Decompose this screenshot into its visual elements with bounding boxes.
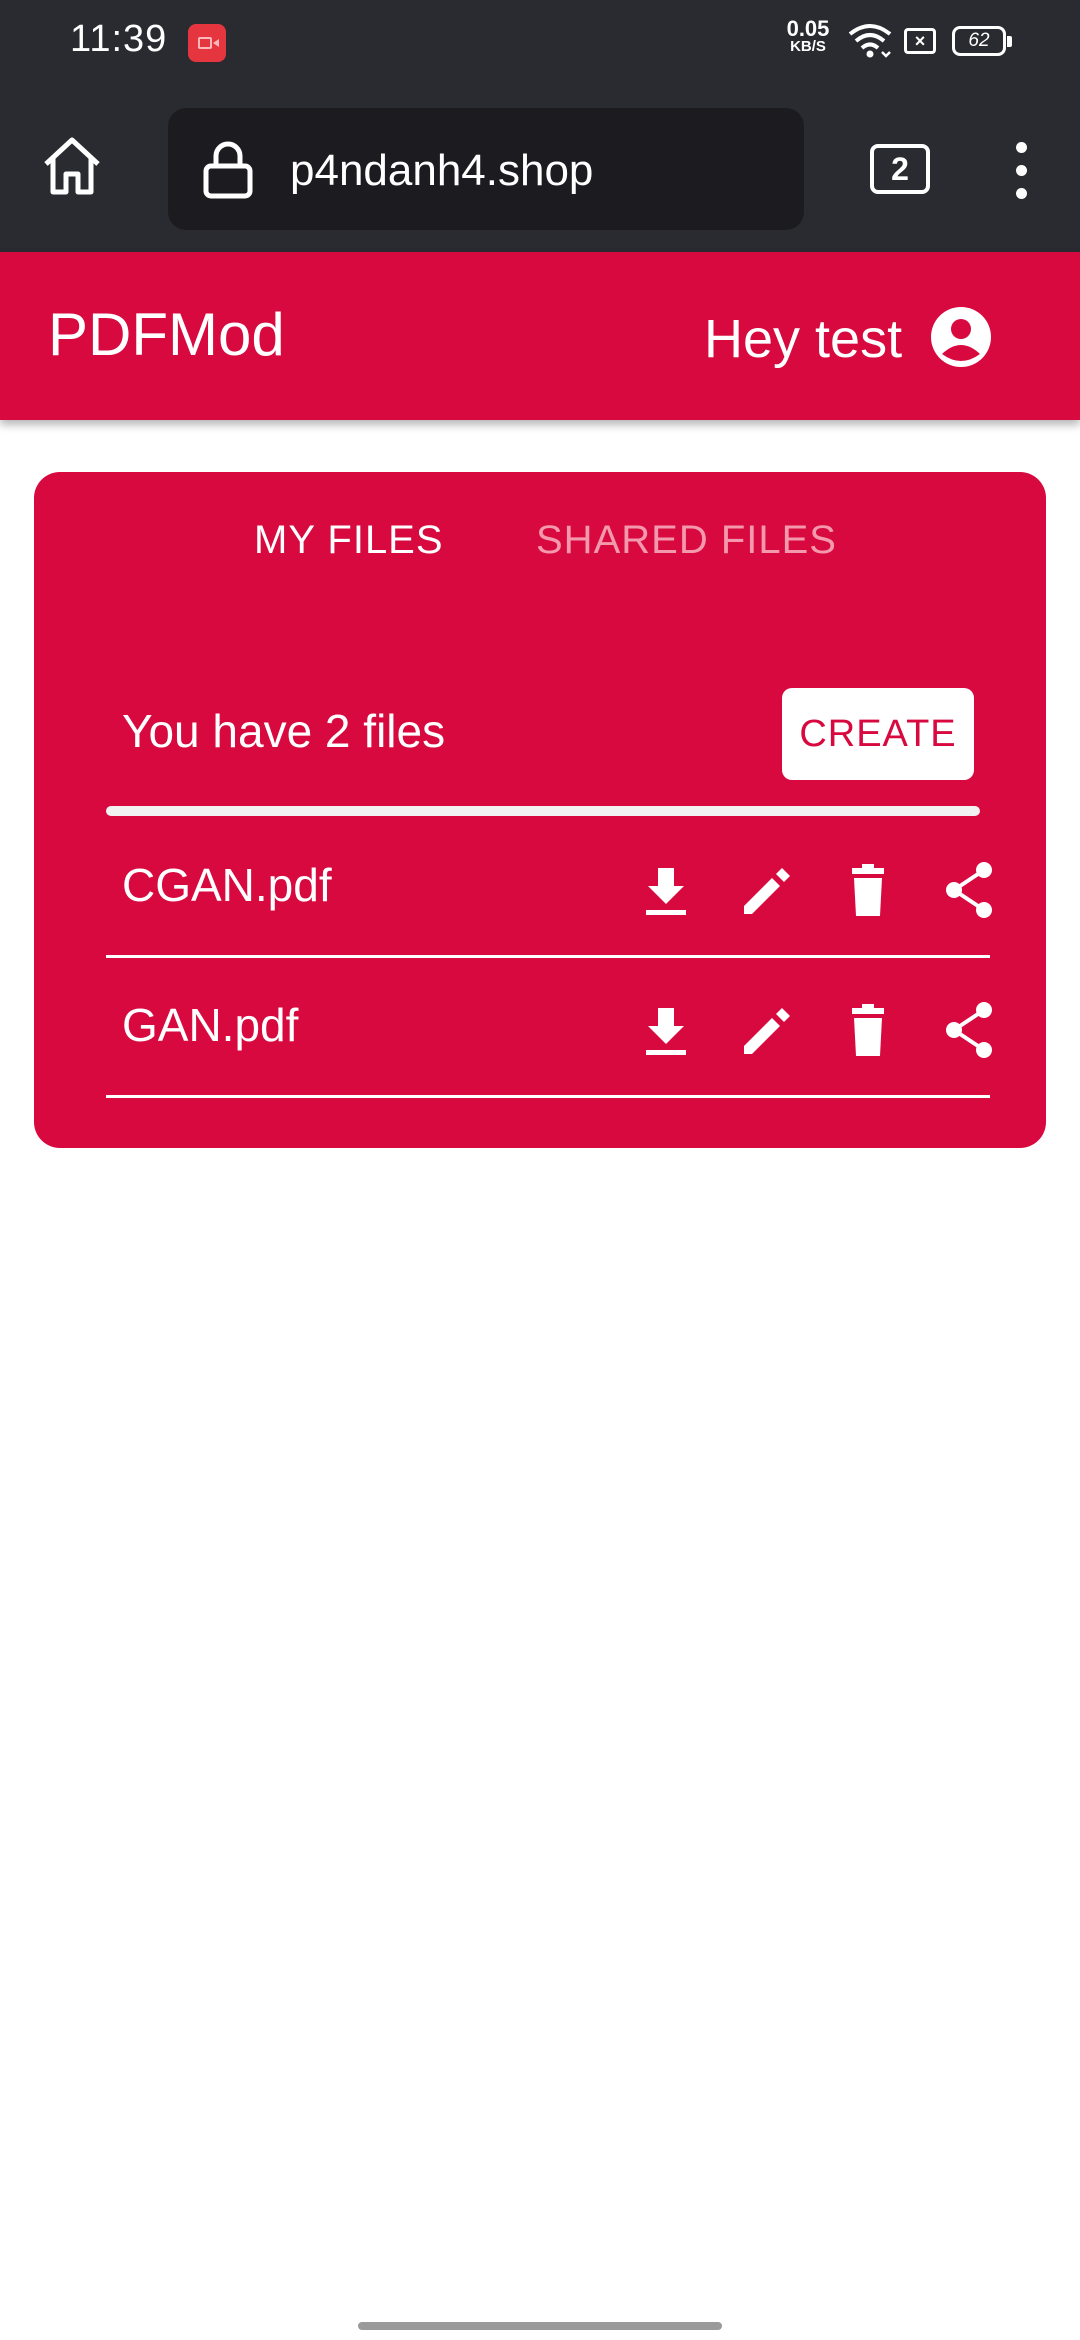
network-speed-value: 0.05 <box>786 16 830 41</box>
download-icon[interactable] <box>636 1000 696 1060</box>
progress-divider <box>106 806 980 816</box>
create-button[interactable]: CREATE <box>782 688 974 780</box>
battery-level: 62 <box>968 30 990 51</box>
network-speed: 0.05 KB/S <box>778 16 838 56</box>
app-bar: PDFMod Hey test <box>0 252 1080 420</box>
tab-count: 2 <box>891 151 909 187</box>
url-text[interactable]: p4ndanh4.shop <box>290 146 593 196</box>
status-time: 11:39 <box>70 18 168 60</box>
download-icon[interactable] <box>636 860 696 920</box>
screen-record-icon <box>188 24 226 62</box>
no-sim-icon: × <box>904 28 936 54</box>
tab-my-files[interactable]: MY FILES <box>254 518 444 563</box>
share-icon[interactable] <box>940 860 1000 920</box>
tab-shared-files[interactable]: SHARED FILES <box>536 518 837 563</box>
tabs-icon[interactable]: 2 <box>870 144 930 194</box>
url-bar[interactable]: p4ndanh4.shop <box>168 108 804 230</box>
delete-icon[interactable] <box>838 860 898 920</box>
status-bar: 11:39 0.05 KB/S × 62 <box>0 0 1080 86</box>
files-count-text: You have 2 files <box>122 705 446 757</box>
app-title[interactable]: PDFMod <box>48 300 285 369</box>
home-icon[interactable] <box>40 134 104 203</box>
user-greeting[interactable]: Hey test <box>704 308 902 370</box>
more-vert-icon[interactable] <box>1016 142 1027 211</box>
browser-toolbar: p4ndanh4.shop 2 <box>0 86 1080 252</box>
lock-icon[interactable] <box>202 140 254 205</box>
file-name[interactable]: GAN.pdf <box>122 998 298 1052</box>
list-item: CGAN.pdf <box>106 818 992 958</box>
files-card: MY FILES SHARED FILES You have 2 files C… <box>34 472 1046 1148</box>
delete-icon[interactable] <box>838 1000 898 1060</box>
edit-icon[interactable] <box>736 860 796 920</box>
gesture-navigation-bar[interactable] <box>358 2322 722 2330</box>
edit-icon[interactable] <box>736 1000 796 1060</box>
battery-icon: 62 <box>952 26 1012 56</box>
share-icon[interactable] <box>940 1000 1000 1060</box>
file-name[interactable]: CGAN.pdf <box>122 858 332 912</box>
account-circle-icon[interactable] <box>930 306 992 373</box>
list-item: GAN.pdf <box>106 958 992 1098</box>
wifi-icon <box>848 22 892 65</box>
